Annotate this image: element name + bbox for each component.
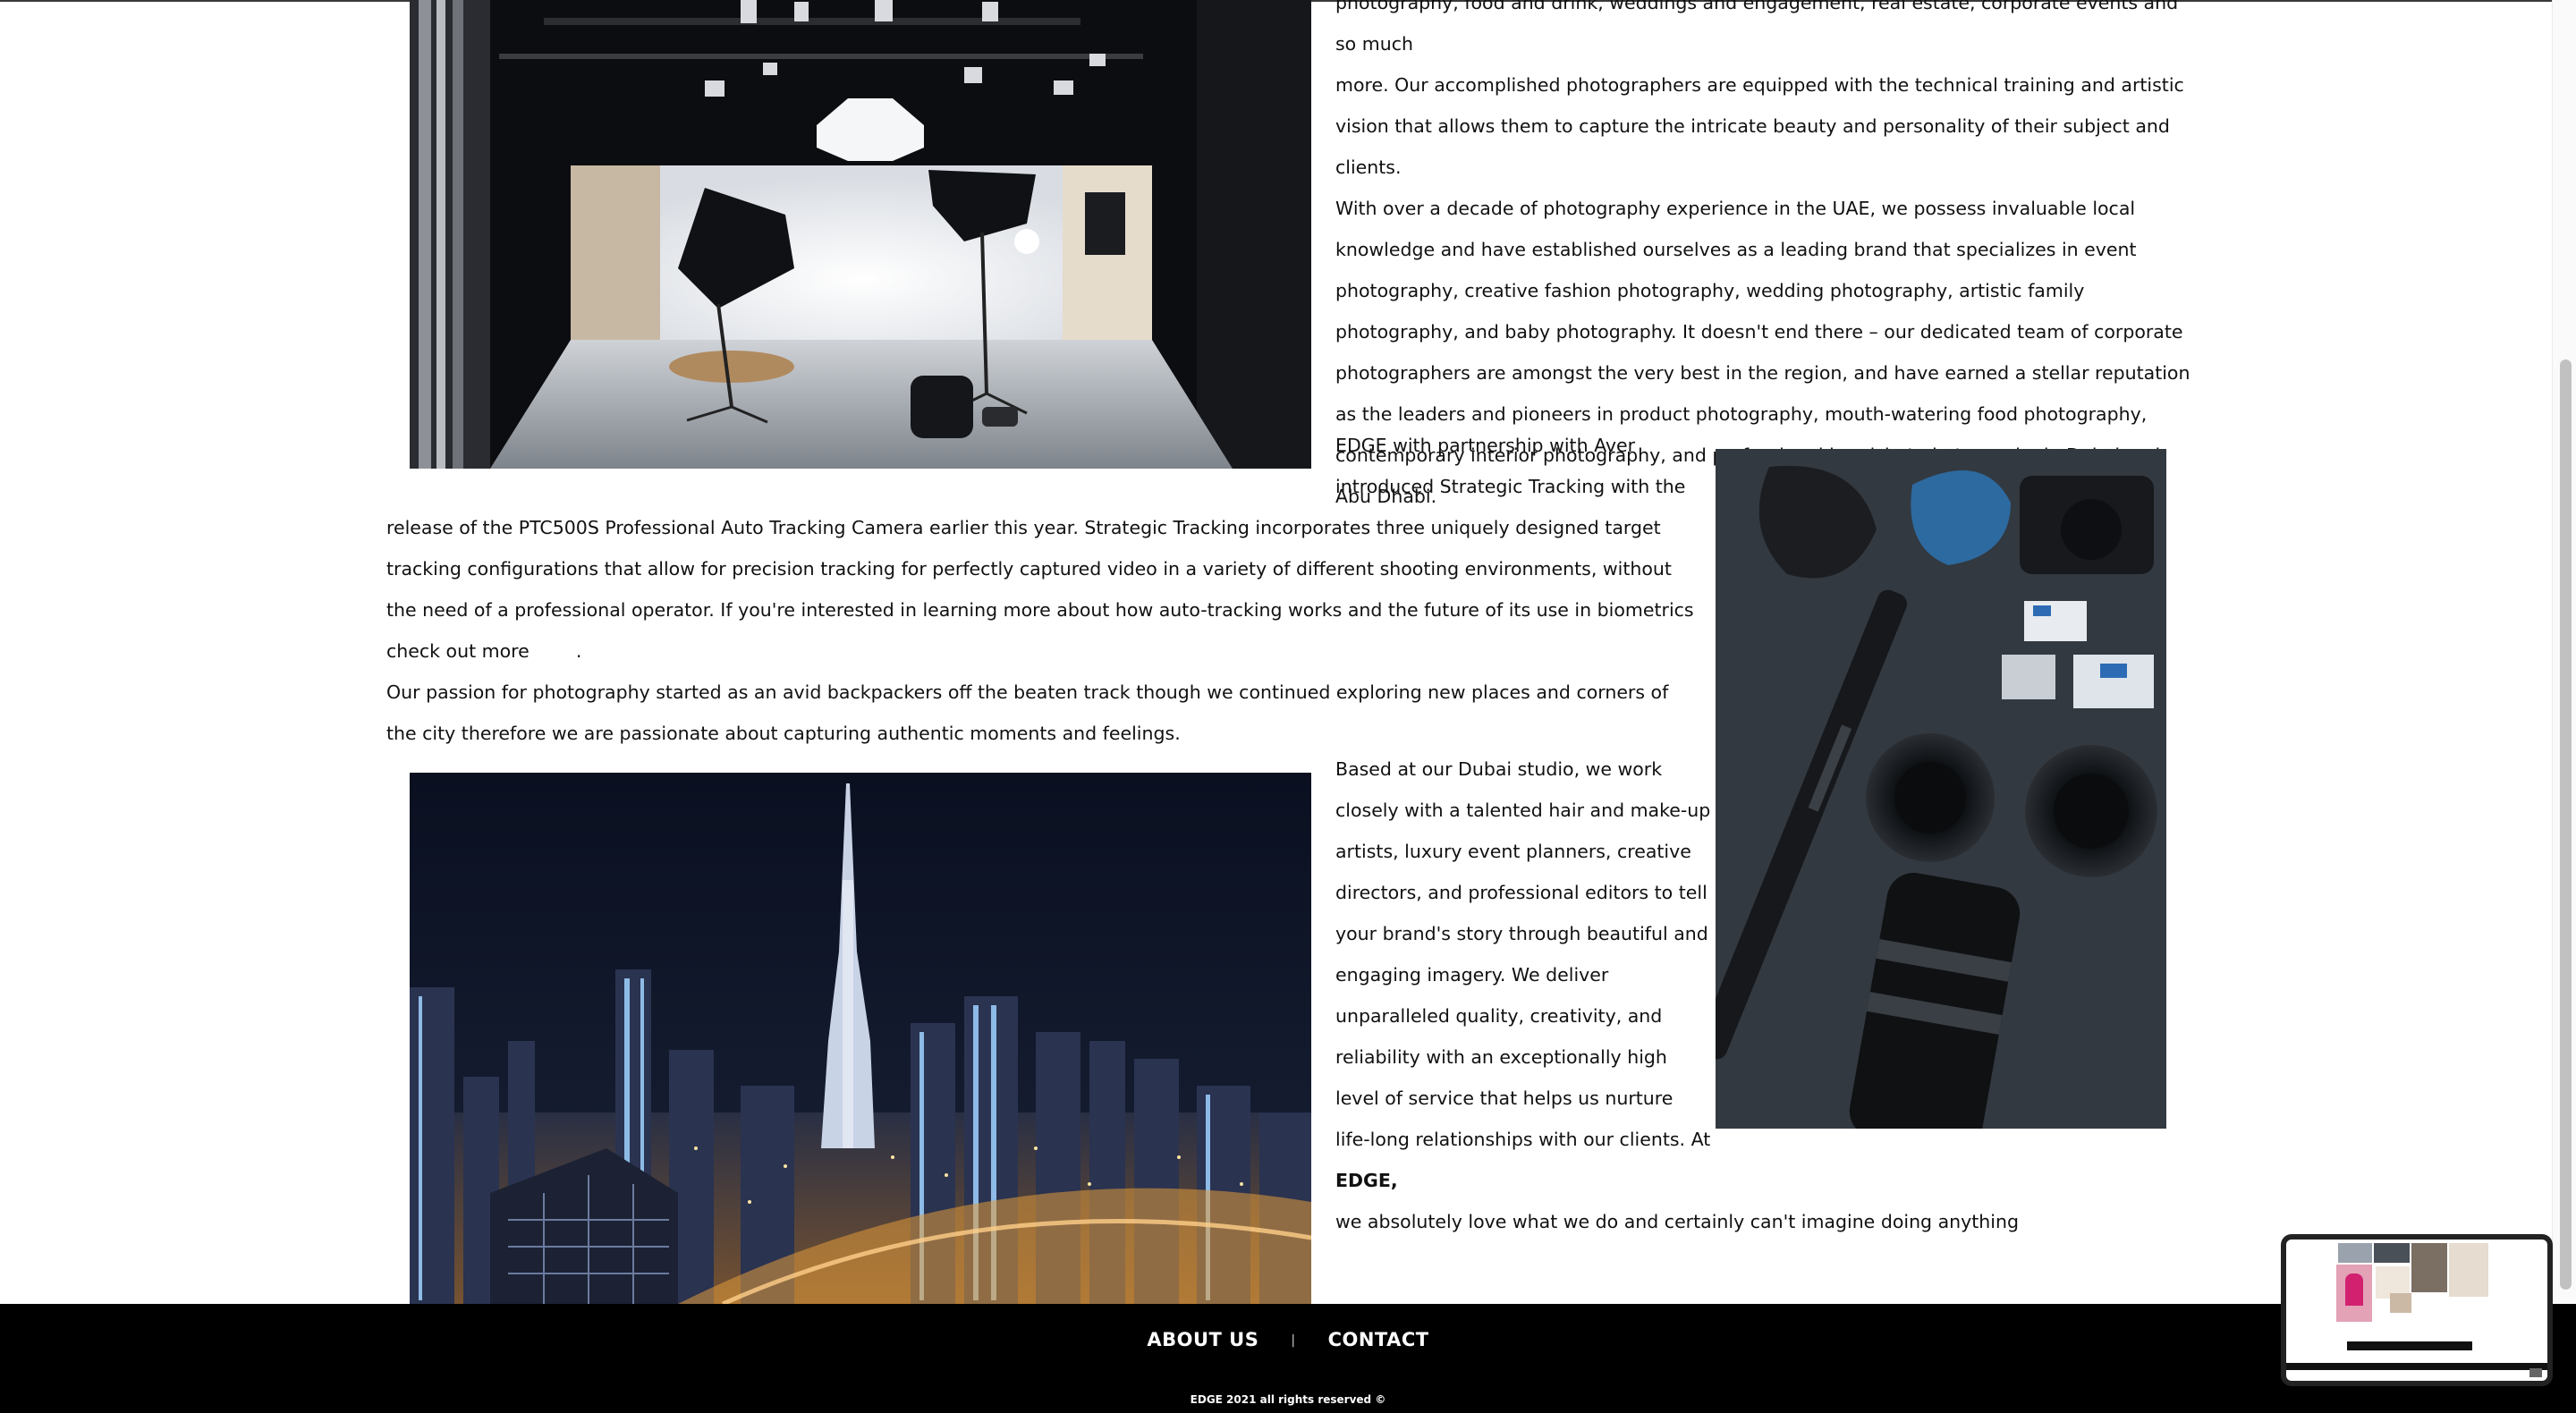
studio-text-block: Based at our Dubai studio, we work close… (1335, 749, 2019, 1242)
partnership-body: release of the PTC500S Professional Auto… (386, 517, 1694, 662)
preview-screen (2286, 1240, 2547, 1381)
preview-avatar (2345, 1273, 2363, 1306)
partnership-line1: EDGE with partnership with Aver (1335, 435, 1636, 456)
dubai-skyline-image (410, 773, 1311, 1304)
footer-nav: ABOUT US | CONTACT (0, 1329, 2576, 1350)
camera-gear-image (1716, 449, 2166, 1129)
preview-corner-icon (2529, 1368, 2542, 1377)
passion-paragraph: Our passion for photography started as a… (386, 681, 1669, 744)
contact-link[interactable]: CONTACT (1328, 1329, 1429, 1350)
preview-thumb-1 (2338, 1243, 2372, 1263)
studio-paragraph-body: Based at our Dubai studio, we work close… (1335, 758, 1711, 1150)
partnership-text-rest: release of the PTC500S Professional Auto… (386, 507, 1701, 754)
preview-thumb-7 (2390, 1293, 2411, 1313)
about-us-link[interactable]: ABOUT US (1147, 1329, 1258, 1350)
preview-dark-bar-2 (2286, 1363, 2547, 1370)
footer: ABOUT US | CONTACT EDGE 2021 all rights re… (0, 1304, 2576, 1413)
preview-dark-bar (2347, 1341, 2472, 1350)
partnership-end-period: . (575, 640, 582, 662)
partnership-paragraph: release of the PTC500S Professional Auto… (386, 507, 1701, 672)
preview-thumb-2 (2374, 1243, 2410, 1263)
scrollbar-thumb[interactable] (2560, 360, 2572, 1290)
intro-paragraph-line0: photography, food and drink, weddings an… (1335, 0, 2179, 55)
intro-paragraph: more. Our accomplished photographers are… (1335, 74, 2184, 178)
partnership-text-top: EDGE with partnership with Aver introduc… (1335, 425, 1711, 507)
footer-separator: | (1291, 1333, 1296, 1348)
scrollbar-track[interactable] (2552, 0, 2576, 1304)
brand-name: EDGE, (1335, 1170, 1398, 1191)
studio-image (410, 0, 1311, 469)
page: photography, food and drink, weddings an… (0, 0, 2576, 1413)
copyright-text: EDGE 2021 all rights reserved © (1190, 1393, 1386, 1406)
page-preview-widget[interactable] (2281, 1234, 2553, 1386)
partnership-line2: introduced Strategic Tracking with the (1335, 476, 1686, 497)
preview-thumb-3 (2411, 1243, 2447, 1292)
preview-thumb-4 (2449, 1243, 2488, 1297)
studio-paragraph: Based at our Dubai studio, we work close… (1335, 749, 2019, 1242)
studio-paragraph-tail: we absolutely love what we do and certai… (1335, 1211, 2020, 1232)
